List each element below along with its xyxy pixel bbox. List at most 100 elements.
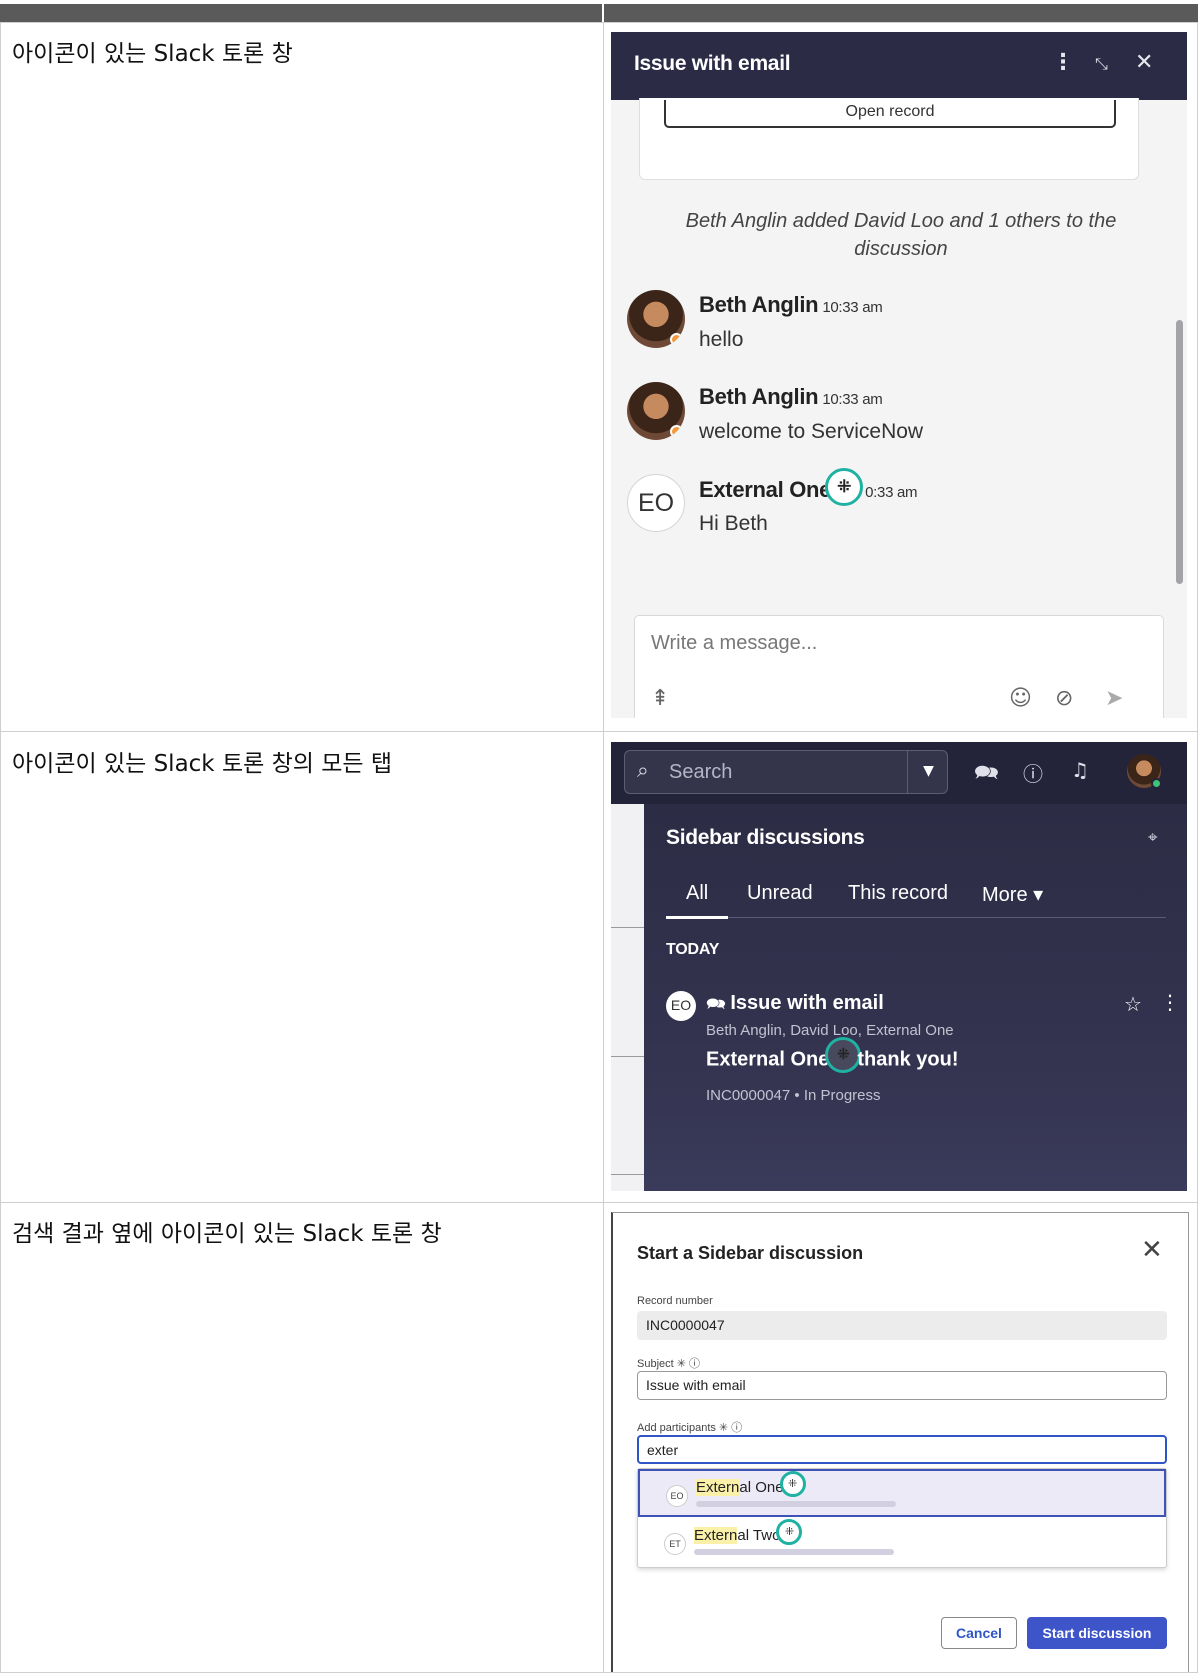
row-label: 아이콘이 있는 Slack 토론 창의 모든 탭	[12, 751, 392, 777]
message-author: Beth Anglin 10:33 am	[699, 384, 883, 410]
match-highlight: Extern	[696, 1479, 740, 1496]
open-record-button[interactable]: Open record	[664, 100, 1116, 128]
scrollbar[interactable]	[1176, 320, 1183, 584]
avatar: EO	[627, 474, 685, 532]
avatar: EO	[666, 1485, 688, 1507]
panel-title: Sidebar discussions	[666, 826, 865, 849]
slack-icon: ⁜	[779, 1471, 806, 1498]
discussion-item-title[interactable]: 🗪 Issue with email	[706, 992, 884, 1020]
suggestion-name: External One ⁜	[696, 1471, 806, 1498]
status-badge	[1151, 778, 1162, 789]
pin-icon[interactable]: ⌖	[1148, 828, 1158, 848]
divider	[611, 927, 644, 928]
dropdown-icon[interactable]: ▼	[907, 751, 949, 793]
emoji-icon[interactable]: ☺	[1009, 686, 1032, 711]
last-message: External One ⁜ thank you!	[706, 1037, 959, 1073]
last-message-text: thank you!	[857, 1048, 959, 1071]
kebab-icon[interactable]: ⋮	[1052, 50, 1074, 75]
modal-title: Start a Sidebar discussion	[637, 1243, 864, 1263]
suggestion-item[interactable]: ET External Two ⁜	[638, 1519, 1166, 1567]
discussion-header: Issue with email ⋮ ⤡ ✕	[611, 32, 1187, 100]
message-time: 0:33 am	[865, 483, 918, 501]
item-title-text: Issue with email	[730, 992, 884, 1014]
start-discussion-modal: Start a Sidebar discussion ✕ Record numb…	[611, 1212, 1189, 1672]
kebab-icon[interactable]: ⋮	[1160, 990, 1180, 1014]
last-message-author: External One	[706, 1048, 830, 1071]
table-cell	[0, 1202, 604, 1673]
divider	[611, 1174, 644, 1175]
sidebar-panel: Sidebar discussions ⌖ All Unread This re…	[644, 804, 1187, 1191]
message-input-placeholder[interactable]: Write a message...	[651, 632, 817, 655]
tab-unread[interactable]: Unread	[747, 882, 813, 905]
message-text: hello	[699, 328, 744, 351]
tab-bar: All Unread This record More ▾	[666, 872, 1166, 919]
author-name: Beth Anglin	[699, 292, 819, 317]
discussions-icon: 🗪	[706, 996, 731, 1013]
row-label: 아이콘이 있는 Slack 토론 창	[12, 41, 293, 67]
active-tab-indicator	[666, 916, 728, 919]
mention-icon[interactable]: ⇞	[651, 686, 669, 711]
avatar	[627, 290, 685, 348]
status-badge	[670, 425, 683, 438]
record-meta: INC0000047 • In Progress	[706, 1087, 881, 1104]
name-rest: al Two	[737, 1527, 781, 1544]
redacted-email	[694, 1549, 894, 1555]
search-field[interactable]: ⌕ Search ▼	[624, 750, 948, 794]
author-name: External One	[699, 476, 832, 502]
search-placeholder: Search	[669, 761, 733, 783]
redacted-email	[696, 1501, 896, 1507]
search-icon: ⌕	[637, 758, 649, 782]
divider	[611, 1056, 644, 1057]
avatar: EO	[666, 991, 696, 1021]
message-time: 10:33 am	[822, 299, 883, 316]
cancel-button[interactable]: Cancel	[941, 1617, 1017, 1649]
sidebar-discussions-window: ⌕ Search ▼ 🗪 ⓘ ♫ Sidebar discussions ⌖ A…	[611, 742, 1187, 1191]
name-rest: al One	[739, 1479, 784, 1496]
bell-icon[interactable]: ♫	[1071, 758, 1089, 782]
suggestion-item[interactable]: EO External One ⁜	[638, 1469, 1166, 1517]
star-icon[interactable]: ☆	[1124, 992, 1142, 1016]
user-avatar[interactable]	[1127, 754, 1162, 789]
author-name: Beth Anglin	[699, 384, 819, 409]
tab-this-record[interactable]: This record	[848, 882, 948, 905]
message-text: Hi Beth	[699, 512, 768, 535]
participant-suggestions: EO External One ⁜ ET External Two ⁜	[637, 1468, 1167, 1568]
participants-input[interactable]: exter	[637, 1435, 1167, 1464]
suggestion-name: External Two ⁜	[694, 1519, 803, 1546]
slack-icon: ⁜	[776, 1519, 803, 1546]
discussions-icon[interactable]: 🗪	[974, 758, 999, 792]
help-icon[interactable]: ⓘ	[1023, 758, 1043, 787]
header-divider	[602, 4, 604, 22]
slack-icon: ⁜	[825, 468, 864, 506]
subject-field[interactable]: Issue with email	[637, 1371, 1167, 1400]
background-page	[611, 804, 644, 1191]
top-navigation: ⌕ Search ▼ 🗪 ⓘ ♫	[611, 742, 1187, 804]
attach-icon[interactable]: ⊘	[1055, 686, 1073, 711]
message-time: 10:33 am	[822, 391, 883, 408]
send-icon[interactable]: ➤	[1105, 686, 1123, 711]
subject-label: Subject ✳ ⓘ	[637, 1358, 701, 1370]
message: EO External One ⁜ 0:33 am Hi Beth	[627, 468, 1147, 554]
minimize-icon[interactable]: ⤡	[1095, 54, 1108, 74]
table-cell	[0, 22, 604, 732]
tab-all[interactable]: All	[686, 882, 708, 905]
message-text: welcome to ServiceNow	[699, 420, 924, 443]
tab-more[interactable]: More ▾	[982, 882, 1043, 907]
discussion-window: Issue with email ⋮ ⤡ ✕ Open record Beth …	[611, 32, 1187, 718]
record-number-label: Record number	[637, 1295, 713, 1307]
start-discussion-button[interactable]: Start discussion	[1027, 1617, 1167, 1649]
slack-icon: ⁜	[825, 1037, 862, 1073]
section-heading: TODAY	[666, 941, 720, 958]
status-badge	[670, 333, 683, 346]
message: Beth Anglin 10:33 am hello	[627, 290, 1147, 370]
message: Beth Anglin 10:33 am welcome to ServiceNo…	[627, 382, 1147, 462]
discussion-title: Issue with email	[634, 52, 791, 75]
avatar: ET	[664, 1533, 686, 1555]
table-cell	[0, 731, 604, 1203]
participants: Beth Anglin, David Loo, External One	[706, 1022, 954, 1039]
close-icon[interactable]: ✕	[1135, 50, 1153, 75]
message-author: External One ⁜ 0:33 am	[699, 468, 918, 506]
message-composer[interactable]: Write a message... ⇞ ☺ ⊘ ➤	[634, 615, 1164, 718]
message-author: Beth Anglin 10:33 am	[699, 292, 883, 318]
close-icon[interactable]: ✕	[1141, 1235, 1163, 1265]
